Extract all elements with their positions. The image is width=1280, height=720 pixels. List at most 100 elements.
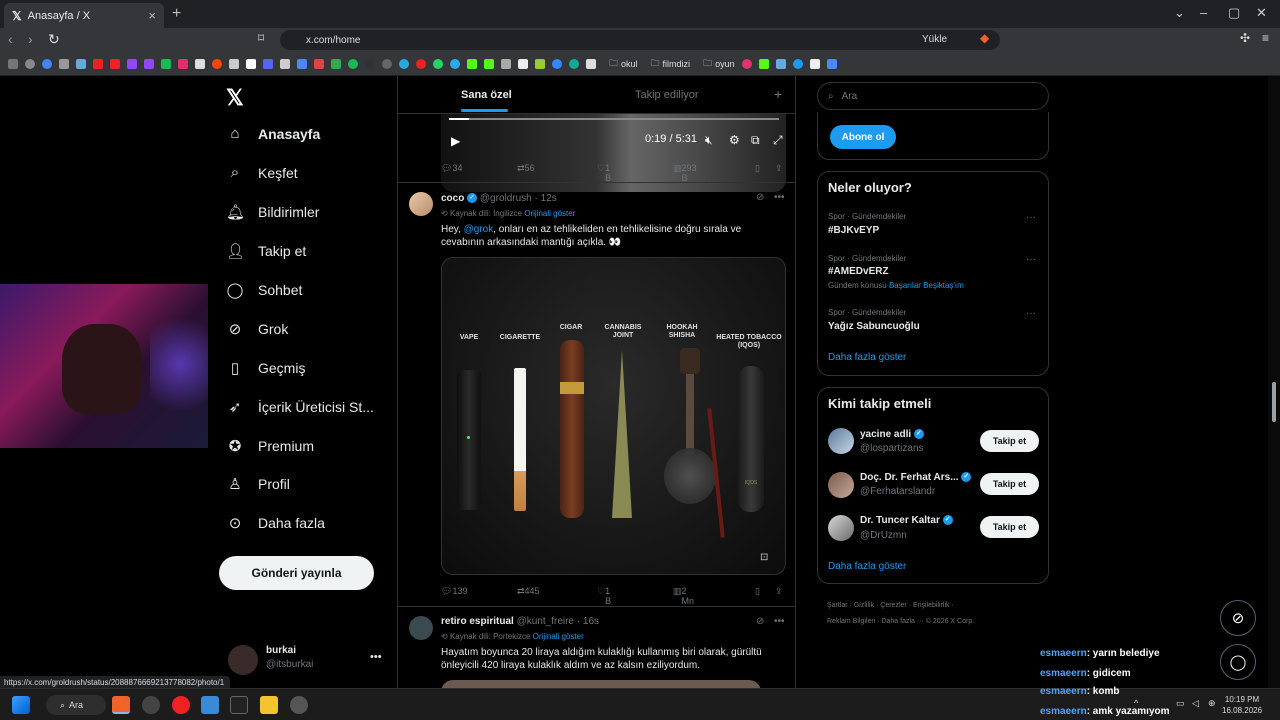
- footer-line[interactable]: Reklam Bilgileri · Daha fazla ··· © 2026…: [827, 614, 1049, 630]
- bookmark-post-icon[interactable]: ▯: [755, 163, 760, 174]
- avatar[interactable]: [828, 472, 854, 498]
- menu-icon[interactable]: ≡: [1262, 31, 1269, 45]
- more-icon[interactable]: •••: [774, 616, 785, 627]
- github-icon[interactable]: [382, 58, 392, 69]
- follow-button[interactable]: Takip et: [980, 430, 1039, 452]
- repost-button[interactable]: ⇄ 56: [517, 163, 535, 174]
- nav-creator-studio[interactable]: ➶ İçerik Üreticisi St...: [226, 398, 374, 416]
- file-explorer-icon[interactable]: [260, 696, 278, 714]
- bookmark-app-icon[interactable]: [365, 58, 375, 69]
- nav-notifications[interactable]: 🔔︎ Bildirimler: [226, 203, 319, 221]
- drive-icon[interactable]: [331, 58, 341, 69]
- bookmark-app-icon[interactable]: [586, 58, 596, 69]
- show-more-link[interactable]: Daha fazla göster: [828, 561, 906, 572]
- repost-button[interactable]: ⇄ 445: [517, 586, 540, 597]
- reply-button[interactable]: 💬︎ 139: [441, 586, 467, 597]
- tab-following[interactable]: Takip ediliyor: [635, 89, 699, 101]
- download-button[interactable]: Yükle: [922, 34, 947, 45]
- nav-chat[interactable]: ◯ Sohbet: [226, 281, 303, 299]
- extensions-icon[interactable]: ✣: [1240, 31, 1250, 45]
- photos-app-icon[interactable]: [201, 696, 219, 714]
- system-clock[interactable]: 10:19 PM 16.08.2026: [1222, 694, 1262, 716]
- video-progress-bar[interactable]: [449, 118, 779, 120]
- spotify-icon[interactable]: [348, 58, 358, 69]
- gmail-icon[interactable]: [314, 58, 324, 69]
- post-time[interactable]: · 16s: [577, 616, 599, 627]
- more-icon[interactable]: ···: [1026, 212, 1036, 223]
- bookmark-app-icon[interactable]: [809, 58, 820, 69]
- avatar[interactable]: [828, 428, 854, 454]
- grok-icon[interactable]: ⊘: [756, 616, 764, 627]
- taskbar-search[interactable]: ⌕ Ara: [46, 695, 106, 715]
- footer-line[interactable]: Şartlar · Gizlilik · Çerezler · Erişileb…: [827, 598, 1049, 614]
- reply-button[interactable]: 💬︎ 34: [441, 163, 462, 174]
- fullscreen-icon[interactable]: ⤢: [773, 133, 783, 148]
- author-handle[interactable]: @groldrush: [480, 193, 532, 204]
- account-switcher[interactable]: burkai @itsburkai •••: [228, 645, 382, 675]
- post-button[interactable]: Gönderi yayınla: [219, 556, 374, 590]
- kick-icon[interactable]: [758, 58, 769, 69]
- avatar[interactable]: [409, 192, 433, 216]
- discord-icon[interactable]: [263, 58, 273, 69]
- bookmark-app-icon[interactable]: [518, 58, 528, 69]
- x-logo-icon[interactable]: 𝕏: [226, 85, 244, 111]
- nav-explore[interactable]: ⌕ Keşfet: [226, 164, 298, 181]
- show-original-link[interactable]: Orijinali göster: [533, 632, 584, 641]
- telegram-icon[interactable]: [450, 58, 460, 69]
- close-window-icon[interactable]: ✕: [1256, 5, 1267, 21]
- kick-icon[interactable]: [467, 58, 477, 69]
- share-icon[interactable]: ⇪: [775, 163, 783, 174]
- grok-image-icon[interactable]: ⊡: [760, 552, 768, 563]
- nav-profile[interactable]: ♙ Profil: [226, 475, 290, 493]
- bookmark-post-icon[interactable]: ▯: [755, 586, 760, 597]
- nav-premium[interactable]: ✪ Premium: [226, 437, 314, 455]
- bookmark-app-icon[interactable]: [229, 58, 239, 69]
- show-more-link[interactable]: Daha fazla göster: [828, 352, 906, 363]
- bookmark-app-icon[interactable]: [399, 58, 409, 69]
- app-icon[interactable]: [142, 696, 160, 714]
- more-icon[interactable]: •••: [370, 651, 382, 663]
- mute-icon[interactable]: 🔇︎: [705, 133, 713, 148]
- x-icon[interactable]: [195, 58, 205, 69]
- views-button[interactable]: ▥ 2 Mn: [673, 586, 694, 606]
- new-tab-icon[interactable]: +: [172, 5, 181, 23]
- trend-item[interactable]: #BJKvEYP: [828, 225, 879, 236]
- nav-home[interactable]: ⌂ Anasayfa: [226, 125, 320, 142]
- author-handle[interactable]: @kunt_freire: [517, 616, 574, 627]
- post-image[interactable]: VAPE CIGARETTE CIGAR CANNABIS JOINT HOOK…: [441, 257, 786, 575]
- search-input[interactable]: ⌕ Ara: [817, 82, 1049, 110]
- bookmark-app-icon[interactable]: [826, 58, 837, 69]
- bookmark-app-icon[interactable]: [569, 58, 579, 69]
- whatsapp-icon[interactable]: [433, 58, 443, 69]
- bookmark-app-icon[interactable]: [161, 58, 171, 69]
- back-icon[interactable]: ‹: [8, 31, 13, 47]
- language-icon[interactable]: ⊕: [1208, 698, 1216, 709]
- app-icon[interactable]: [230, 696, 248, 714]
- play-icon[interactable]: ▶: [451, 134, 460, 148]
- messages-fab-icon[interactable]: ◯: [1220, 644, 1256, 680]
- bookmark-app-icon[interactable]: [501, 58, 511, 69]
- nav-more[interactable]: ⊙ Daha fazla: [226, 514, 325, 532]
- follow-button[interactable]: Takip et: [980, 516, 1039, 538]
- youtube-icon[interactable]: [110, 58, 120, 69]
- bookmark-app-icon[interactable]: [535, 58, 545, 69]
- author-name[interactable]: coco: [441, 193, 464, 204]
- bookmark-app-icon[interactable]: [76, 58, 86, 69]
- scrollbar[interactable]: [1268, 76, 1280, 688]
- bookmark-app-icon[interactable]: [416, 58, 426, 69]
- bookmark-app-icon[interactable]: [59, 58, 69, 69]
- volume-icon[interactable]: ◁: [1192, 698, 1199, 709]
- apps-icon[interactable]: [8, 58, 18, 69]
- avatar[interactable]: [828, 515, 854, 541]
- minimize-icon[interactable]: –: [1200, 5, 1207, 20]
- show-original-link[interactable]: Orijinali göster: [524, 209, 575, 218]
- twitch-icon[interactable]: [144, 58, 154, 69]
- post-image[interactable]: [441, 680, 761, 688]
- bookmark-folder-oyun[interactable]: 🗀 oyun: [703, 56, 735, 72]
- subscribe-button[interactable]: Abone ol: [830, 125, 896, 149]
- views-button[interactable]: ▥ 293 B: [673, 163, 697, 183]
- post-time[interactable]: · 12s: [535, 193, 557, 204]
- reload-icon[interactable]: ↻: [48, 31, 60, 48]
- media-app-icon[interactable]: [172, 696, 190, 714]
- more-icon[interactable]: ···: [1026, 308, 1036, 319]
